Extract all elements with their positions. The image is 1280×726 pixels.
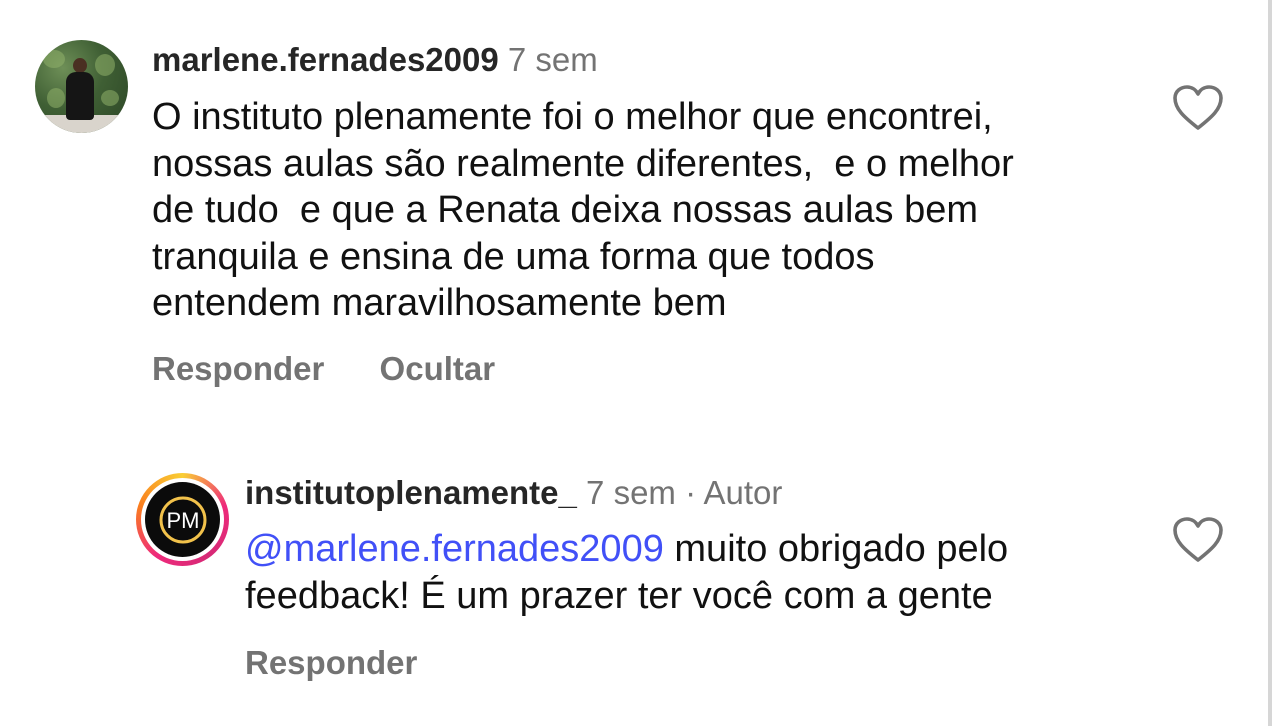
- comment-text-line: tranquila e ensina de uma forma que todo…: [152, 235, 875, 278]
- comment-text-line: O instituto plenamente foi o melhor que …: [152, 96, 993, 138]
- comment-text: O instituto plenamente foi o melhor que …: [152, 94, 1152, 327]
- reply-text-line: @marlene.fernades2009 muito obrigado pel…: [245, 526, 1145, 573]
- author-badge: Autor: [703, 474, 783, 511]
- comment-text-line: nossas aulas são realmente diferentes, e…: [152, 142, 1014, 185]
- reply-username[interactable]: institutoplenamente_: [245, 474, 577, 511]
- comment-text-line: entendem maravilhosamente bem: [152, 282, 727, 324]
- comments-page: marlene.fernades2009 7 sem O instituto p…: [0, 0, 1280, 726]
- pm-logo-icon: PM: [145, 482, 220, 557]
- avatar[interactable]: PM: [136, 473, 229, 566]
- reply-button[interactable]: Responder: [245, 644, 417, 682]
- reply-actions: Responder: [245, 644, 417, 682]
- scrollbar[interactable]: [1268, 0, 1272, 726]
- reply-timestamp: 7 sem: [586, 474, 676, 511]
- separator-dot: ·: [685, 474, 697, 511]
- hide-button[interactable]: Ocultar: [380, 350, 496, 388]
- reply-text-line: feedback! É um prazer ter você com a gen…: [245, 575, 993, 617]
- mention-link[interactable]: @marlene.fernades2009: [245, 528, 664, 570]
- reply-header: institutoplenamente_ 7 sem · Autor: [245, 473, 782, 513]
- avatar[interactable]: [35, 40, 128, 133]
- logo-text: PM: [166, 508, 199, 533]
- reply-button[interactable]: Responder: [152, 350, 324, 388]
- reply-text-segment: muito obrigado pelo: [663, 528, 1009, 570]
- comment-header: marlene.fernades2009 7 sem: [152, 40, 598, 80]
- comment-text-line: de tudo e que a Renata deixa nossas aula…: [152, 189, 979, 231]
- heart-icon[interactable]: [1172, 84, 1224, 132]
- reply-text: @marlene.fernades2009 muito obrigado pel…: [245, 526, 1145, 620]
- comment-username[interactable]: marlene.fernades2009: [152, 41, 499, 78]
- comment-timestamp: 7 sem: [507, 41, 598, 78]
- heart-icon[interactable]: [1172, 516, 1224, 564]
- comment-actions: Responder Ocultar: [152, 350, 495, 388]
